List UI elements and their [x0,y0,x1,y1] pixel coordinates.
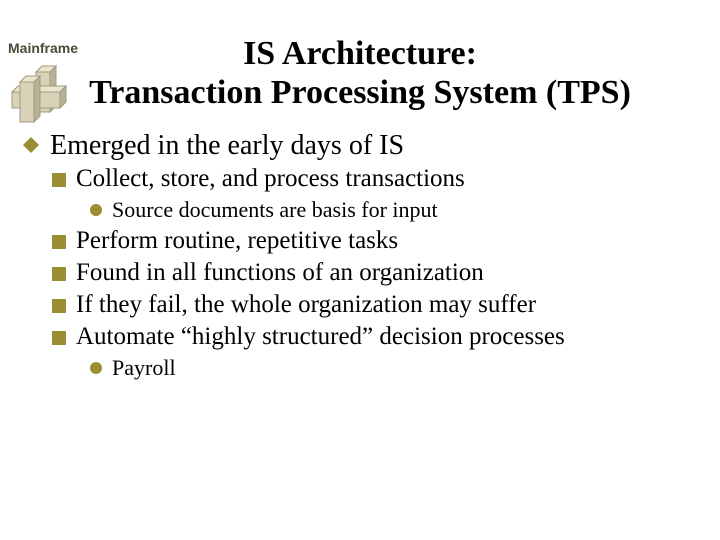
square-bullet-icon [52,235,66,249]
bullet-text: Collect, store, and process transactions [76,164,700,194]
square-bullet-icon [52,173,66,187]
square-bullet-icon [52,331,66,345]
header-label: Mainframe [8,40,78,56]
slide-body: Emerged in the early days of IS Collect,… [0,130,720,381]
bullet-text: Found in all functions of an organizatio… [76,258,700,288]
bullet-l2-perform: Perform routine, repetitive tasks [52,226,700,256]
bullet-l2-collect: Collect, store, and process transactions [52,164,700,194]
square-bullet-icon [52,267,66,281]
title-line-1: IS Architecture: [243,35,477,72]
mainframe-icon [6,64,76,134]
title-line-2: Transaction Processing System (TPS) [89,74,631,111]
bullet-l3-payroll: Payroll [90,354,700,382]
bullet-text: If they fail, the whole organization may… [76,290,700,320]
diamond-bullet-icon [20,137,42,153]
bullet-l3-source: Source documents are basis for input [90,196,700,224]
bullet-l2-fail: If they fail, the whole organization may… [52,290,700,320]
circle-bullet-icon [90,204,102,216]
bullet-l2-automate: Automate “highly structured” decision pr… [52,322,700,352]
slide-title: IS Architecture: Transaction Processing … [0,34,720,112]
bullet-text: Payroll [112,354,700,382]
circle-bullet-icon [90,362,102,374]
bullet-text: Emerged in the early days of IS [50,130,700,162]
bullet-text: Automate “highly structured” decision pr… [76,322,700,352]
bullet-l1-emerged: Emerged in the early days of IS [20,130,700,162]
bullet-l2-found: Found in all functions of an organizatio… [52,258,700,288]
square-bullet-icon [52,299,66,313]
bullet-text: Perform routine, repetitive tasks [76,226,700,256]
bullet-text: Source documents are basis for input [112,196,700,224]
